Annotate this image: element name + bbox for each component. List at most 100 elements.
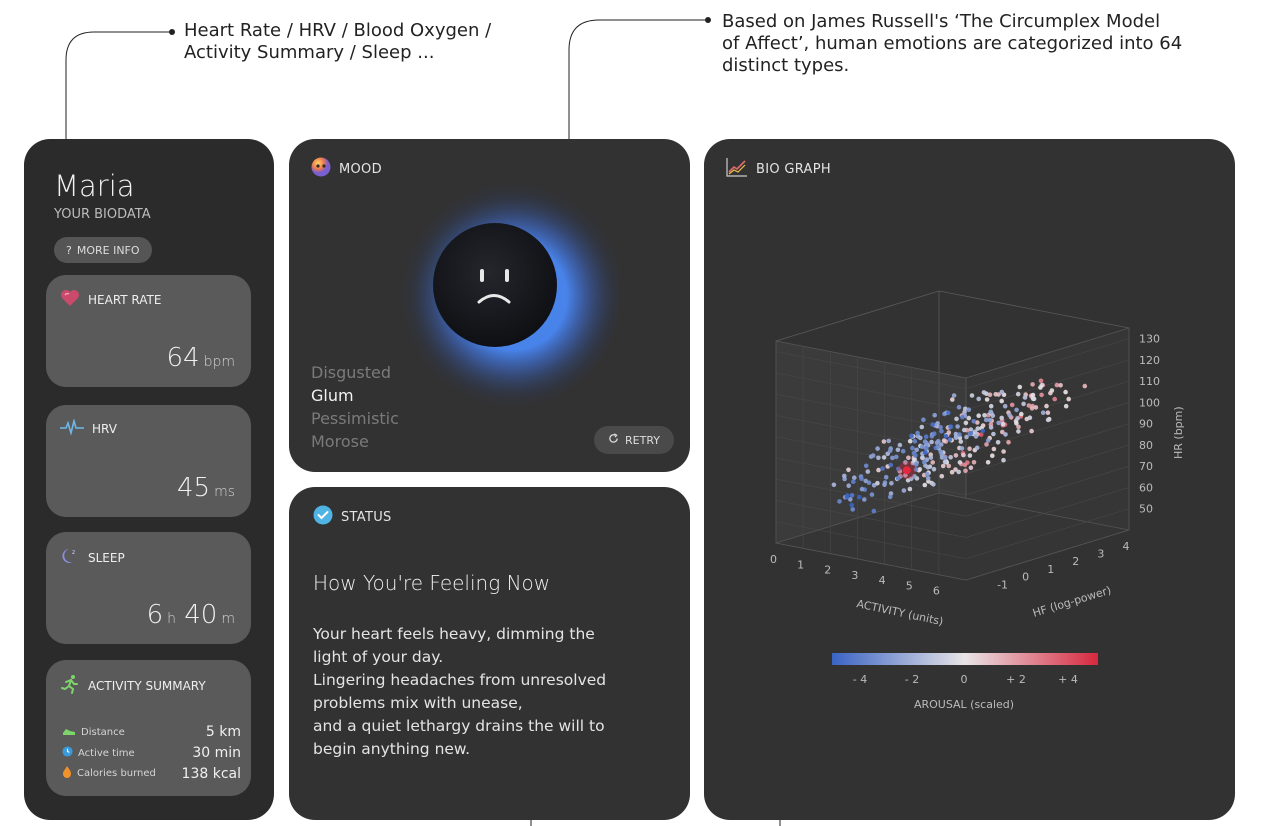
x-tick-label: 0 xyxy=(770,553,777,566)
scatter-point xyxy=(1063,389,1068,395)
status-line: Lingering headaches from unresolved xyxy=(313,671,607,689)
annotation-mood-line3: distinct types. xyxy=(722,55,850,76)
scatter-point xyxy=(1082,383,1088,389)
mood-word-morose[interactable]: Morose xyxy=(311,430,399,453)
scatter-point xyxy=(954,416,959,422)
scatter-point xyxy=(876,467,881,473)
more-info-label: MORE INFO xyxy=(76,243,140,257)
colorbar-tick-label: 0 xyxy=(961,673,968,686)
hrv-tile[interactable]: HRV 45 ms xyxy=(46,405,251,517)
y-tick-label: 2 xyxy=(1072,555,1079,568)
mood-word-glum[interactable]: Glum xyxy=(311,384,399,407)
scatter-point xyxy=(912,439,918,444)
scatter-point xyxy=(1045,417,1051,423)
scatter-point xyxy=(923,450,928,455)
mood-panel: MOOD Disgusted Glum Pessimistic Morose R… xyxy=(289,139,690,472)
scatter-point xyxy=(971,460,977,465)
scatter-point xyxy=(963,420,969,426)
scatter-point xyxy=(935,444,941,450)
scatter-point xyxy=(856,494,862,500)
status-line: light of your day. xyxy=(313,648,444,666)
scatter-point xyxy=(887,494,893,500)
scatter-point xyxy=(883,474,889,480)
scatter-point xyxy=(1003,432,1008,437)
scatter-point xyxy=(907,486,913,492)
mood-word-pessimistic[interactable]: Pessimistic xyxy=(311,407,399,430)
heart-rate-unit: bpm xyxy=(203,354,235,370)
scatter-point xyxy=(1016,429,1021,434)
bio-graph-chart[interactable]: 0 1 2 3 4 5 6 -1 0 1 2 3 4 130 120 110 100 90 80 70 60 50 ACT… xyxy=(704,139,1235,820)
y-tick-label: 3 xyxy=(1097,548,1104,561)
colorbar-tick-label: + 2 xyxy=(1006,673,1026,686)
user-name: Maria xyxy=(54,169,135,203)
scatter-point xyxy=(1014,407,1019,413)
active-time-value: 30 min xyxy=(192,745,241,761)
scatter-point xyxy=(1052,396,1057,402)
scatter-point xyxy=(971,419,976,424)
heart-rate-value: 64 xyxy=(166,343,200,373)
sleep-hours-unit: h xyxy=(167,611,176,627)
scatter-point xyxy=(919,424,925,430)
scatter-point xyxy=(1045,410,1051,416)
scatter-point xyxy=(1006,440,1011,445)
activity-summary-tile[interactable]: ACTIVITY SUMMARY Distance 5 km Active ti… xyxy=(46,660,251,796)
activity-title: ACTIVITY SUMMARY xyxy=(88,678,206,693)
y-tick-label: 4 xyxy=(1122,540,1129,553)
scatter-point xyxy=(946,410,951,416)
scatter-point xyxy=(909,433,914,439)
scatter-point xyxy=(928,455,934,460)
scatter-point xyxy=(1033,405,1039,410)
scatter-point xyxy=(915,430,920,436)
y-axis-label: HF (log-power) xyxy=(1031,584,1113,620)
scatter-point xyxy=(869,492,875,497)
emoji-face-icon xyxy=(311,157,331,181)
scatter-point xyxy=(941,438,947,443)
flame-icon xyxy=(62,766,72,781)
heart-icon xyxy=(60,289,80,310)
scatter-point xyxy=(863,463,869,469)
scatter-point xyxy=(939,473,945,479)
hrv-unit: ms xyxy=(214,484,235,500)
scatter-point xyxy=(974,445,980,451)
z-tick-label: 130 xyxy=(1139,333,1160,346)
scatter-point xyxy=(895,447,901,453)
scatter-point xyxy=(959,446,965,451)
retry-button[interactable]: RETRY xyxy=(594,426,674,454)
scatter-point xyxy=(940,463,946,469)
scatter-point xyxy=(919,444,925,450)
scatter-point xyxy=(846,467,851,473)
scatter-point xyxy=(966,407,972,413)
scatter-point xyxy=(1001,449,1006,454)
mood-word-disgusted[interactable]: Disgusted xyxy=(311,361,399,384)
scatter-point xyxy=(958,439,964,444)
annotation-biodata: Heart Rate / HRV / Blood Oxygen / Activi… xyxy=(184,20,491,64)
scatter-point xyxy=(956,404,962,410)
scatter-point xyxy=(890,455,895,461)
sleep-hours: 6 xyxy=(146,600,164,630)
calories-value: 138 kcal xyxy=(181,766,241,782)
highlight-point xyxy=(902,466,911,475)
scatter-point xyxy=(845,493,850,499)
status-heading: How You're Feeling Now xyxy=(313,571,551,595)
scatter-point xyxy=(942,455,948,461)
scatter-point xyxy=(999,415,1004,421)
mood-title: MOOD xyxy=(339,161,382,177)
scatter-point xyxy=(1029,428,1034,434)
z-tick-label: 80 xyxy=(1139,439,1153,452)
more-info-button[interactable]: ? MORE INFO xyxy=(54,237,152,263)
scatter-point xyxy=(938,449,943,455)
scatter-point xyxy=(924,471,930,477)
scatter-point xyxy=(882,482,887,488)
scatter-point xyxy=(948,455,953,460)
scatter-point xyxy=(1030,382,1035,387)
scatter-point xyxy=(980,423,986,428)
sleep-tile[interactable]: z SLEEP 6h 40 m xyxy=(46,532,251,644)
scatter-point xyxy=(1017,384,1023,390)
sleep-minutes-unit: m xyxy=(221,611,235,627)
heart-rate-tile[interactable]: HEART RATE 64 bpm xyxy=(46,275,251,387)
status-line: problems mix with unease, xyxy=(313,694,523,712)
status-body: Your heart feels heavy, dimming the ligh… xyxy=(313,623,673,761)
scatter-point xyxy=(887,448,893,454)
x-tick-label: 2 xyxy=(824,564,831,577)
scatter-point xyxy=(1021,401,1026,407)
